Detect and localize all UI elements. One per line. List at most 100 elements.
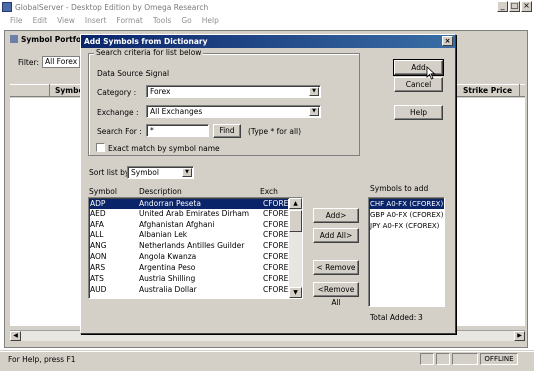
list-item-description: United Arab Emirates Dirham: [139, 209, 250, 218]
list-header-exch: Exch: [260, 187, 278, 196]
chevron-down-icon[interactable]: ▼: [309, 87, 319, 96]
list-item-description: Albanian Lek: [139, 230, 188, 239]
scroll-right-icon[interactable]: ▶: [514, 331, 525, 341]
remove-all-button[interactable]: <Remove All: [313, 282, 359, 307]
exact-match-label: Exact match by symbol name: [108, 144, 220, 153]
list-header-description: Description: [139, 187, 182, 196]
menu-insert[interactable]: Insert: [85, 16, 107, 25]
list-item-symbol: ANG: [90, 241, 107, 250]
menu-file[interactable]: File: [10, 16, 23, 25]
list-item-symbol: ATS: [90, 274, 104, 283]
filter-dropdown[interactable]: All Forex: [42, 56, 80, 68]
symbols-to-add-label: Symbols to add: [370, 184, 429, 193]
exchange-label: Exchange :: [97, 108, 139, 117]
filter-label: Filter:: [18, 58, 39, 67]
sort-value: Symbol: [131, 168, 159, 177]
list-item[interactable]: AON Angola Kwanza CFOREX: [89, 252, 294, 262]
scroll-up-icon[interactable]: ▲: [289, 198, 302, 209]
list-item-symbol: AON: [90, 252, 107, 261]
list-item-description: Australia Dollar: [139, 285, 197, 294]
add-all-button[interactable]: Add All>: [313, 228, 359, 243]
menu-bar: File Edit View Insert Format Tools Go He…: [0, 14, 534, 26]
exact-match-checkbox[interactable]: [96, 143, 105, 152]
menu-tools[interactable]: Tools: [153, 16, 171, 25]
child-title-text: Symbol Portfo: [21, 34, 82, 44]
search-criteria-label: Search criteria for list below: [94, 48, 204, 57]
scroll-thumb[interactable]: [289, 210, 302, 232]
list-item[interactable]: AFA Afghanistan Afghani CFOREX: [89, 220, 294, 230]
app-title: GlobalServer - Desktop Edition by Omega …: [15, 2, 209, 12]
list-item-description: Afghanistan Afghani: [139, 220, 215, 229]
symbol-list-scrollbar[interactable]: ▲ ▼: [289, 198, 302, 298]
grid-col-strike-price[interactable]: Strike Price: [460, 84, 520, 97]
total-added-value: 3: [418, 313, 423, 322]
list-item-description: Argentina Peso: [139, 263, 196, 272]
list-item[interactable]: ATS Austria Shilling CFOREX: [89, 274, 294, 284]
category-label: Category :: [97, 88, 137, 97]
help-button[interactable]: Help: [394, 105, 443, 120]
data-source-label: Data Source :: [97, 69, 148, 78]
find-button[interactable]: Find: [213, 124, 241, 138]
exchange-value: All Exchanges: [150, 107, 203, 116]
list-item[interactable]: AED United Arab Emirates Dirham CFOREX: [89, 209, 294, 219]
dialog-close-button[interactable]: ×: [442, 36, 453, 46]
app-icon: [2, 2, 12, 12]
list-header-symbol: Symbol: [89, 187, 117, 196]
total-added-label: Total Added:: [370, 313, 417, 322]
status-pane-3: [452, 353, 478, 365]
list-item[interactable]: AUD Australia Dollar CFOREX: [89, 285, 294, 295]
chevron-down-icon[interactable]: ▼: [182, 168, 192, 177]
search-label: Search For :: [97, 127, 142, 136]
mouse-cursor-icon: [426, 66, 436, 80]
list-item-symbol: ARS: [90, 263, 106, 272]
list-item-description: Austria Shilling: [139, 274, 196, 283]
list-item[interactable]: ARS Argentina Peso CFOREX: [89, 263, 294, 273]
status-text: For Help, press F1: [8, 355, 76, 364]
maximize-button[interactable]: □: [509, 1, 520, 12]
category-dropdown[interactable]: Forex ▼: [146, 85, 321, 98]
window-controls: _ □ ×: [497, 1, 532, 12]
list-item[interactable]: ALL Albanian Lek CFOREX: [89, 230, 294, 240]
list-item[interactable]: ADP Andorran Peseta CFOREX: [89, 199, 294, 209]
menu-view[interactable]: View: [57, 16, 75, 25]
search-input[interactable]: *: [146, 124, 209, 137]
exchange-dropdown[interactable]: All Exchanges ▼: [146, 105, 321, 118]
minimize-button[interactable]: _: [497, 1, 508, 12]
search-hint: (Type * for all): [248, 127, 302, 136]
menu-help[interactable]: Help: [202, 16, 219, 25]
scroll-down-icon[interactable]: ▼: [289, 287, 302, 298]
sort-label: Sort list by: [89, 168, 130, 177]
added-item[interactable]: JPY A0-FX (CFOREX): [369, 221, 444, 231]
scroll-left-icon[interactable]: ◀: [10, 331, 21, 341]
added-item[interactable]: CHF A0-FX (CFOREX): [369, 199, 444, 209]
sort-dropdown[interactable]: Symbol ▼: [127, 166, 194, 179]
status-pane-2: [436, 353, 450, 365]
dialog-title: Add Symbols from Dictionary: [81, 35, 455, 48]
status-pane-1: [420, 353, 434, 365]
list-item-symbol: AUD: [90, 285, 107, 294]
list-item-description: Angola Kwanza: [139, 252, 197, 261]
added-item[interactable]: GBP A0-FX (CFOREX): [369, 210, 444, 220]
category-value: Forex: [150, 87, 171, 96]
grid-col-blank: [10, 84, 50, 97]
list-item-description: Andorran Peseta: [139, 199, 201, 208]
menu-edit[interactable]: Edit: [33, 16, 48, 25]
data-source-value: Signal: [146, 69, 170, 78]
list-item[interactable]: ANG Netherlands Antilles Guilder CFOREX: [89, 241, 294, 251]
remove-button[interactable]: < Remove: [313, 260, 359, 275]
app-titlebar: GlobalServer - Desktop Edition by Omega …: [0, 0, 534, 14]
offline-indicator: OFFLINE: [480, 353, 518, 365]
chevron-down-icon[interactable]: ▼: [309, 107, 319, 116]
portfolio-icon: [10, 35, 18, 43]
menu-go[interactable]: Go: [181, 16, 191, 25]
list-item-symbol: ALL: [90, 230, 104, 239]
child-window-title: Symbol Portfo: [10, 33, 81, 45]
add-button[interactable]: Add>: [313, 208, 359, 223]
list-item-symbol: AFA: [90, 220, 104, 229]
close-button[interactable]: ×: [521, 1, 532, 12]
list-item-symbol: AED: [90, 209, 106, 218]
list-item-symbol: ADP: [90, 199, 106, 208]
menu-format[interactable]: Format: [116, 16, 142, 25]
grid-col-symbol[interactable]: Symbo: [52, 84, 84, 97]
list-item-description: Netherlands Antilles Guilder: [139, 241, 245, 250]
